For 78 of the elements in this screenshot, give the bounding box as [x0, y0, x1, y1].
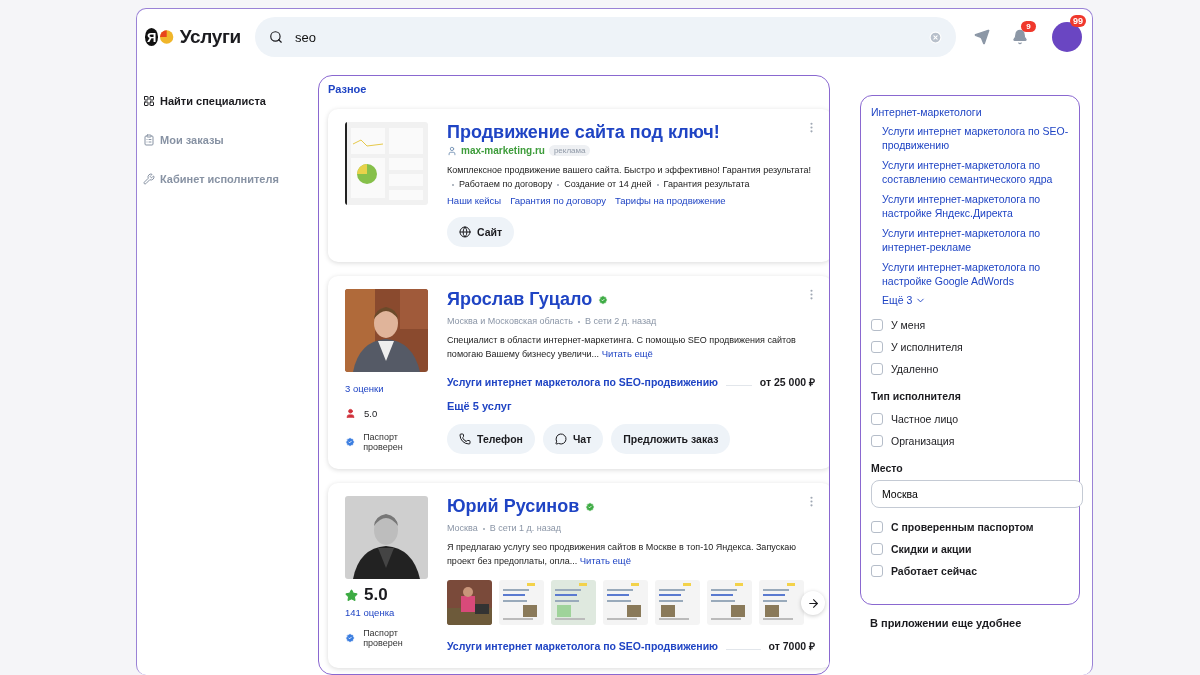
search-input[interactable]: seo	[293, 28, 919, 46]
ad-link[interactable]: Наши кейсы	[447, 195, 502, 206]
ad-description: Комплексное продвижение вашего сайта. Быстро и эффективно! Гарантия результата! Работаем по договору Создание от 14 дней Гарантия результата	[447, 164, 812, 191]
action-button[interactable]: Чат	[542, 424, 604, 454]
notification-count: 9	[1021, 21, 1036, 32]
specialist-description: Специалист в области интернет-маркетинга. С помощью SEO продвижения сайтов помогаю Вашему бизнесу увеличи... Читать ещё	[447, 334, 797, 361]
reviews-link[interactable]: 3 оценки	[345, 383, 428, 394]
filter-checkbox[interactable]: Удаленно	[871, 358, 1069, 380]
more-services-link[interactable]: Ещё 5 услуг	[447, 400, 815, 412]
passport-status: Паспорт проверен	[363, 628, 404, 648]
subcategory-link[interactable]: Услуги интернет-маркетолога по настройке Яндекс.Директа	[882, 192, 1069, 220]
avatar-count: 99	[1070, 15, 1086, 27]
read-more-link[interactable]: Читать ещё	[601, 348, 653, 359]
ad-title[interactable]: Продвижение сайта под ключ!	[447, 122, 815, 143]
location-field[interactable]: Москва	[871, 480, 1083, 508]
filter-checkbox[interactable]: У исполнителя	[871, 336, 1069, 358]
chat-icon	[554, 433, 567, 445]
filter-checkbox[interactable]: Частное лицо	[871, 408, 1069, 430]
ad-link[interactable]: Тарифы на продвижение	[614, 195, 726, 206]
action-button[interactable]: Предложить заказ	[611, 424, 731, 454]
filter-checkbox[interactable]: Работает сейчас	[871, 560, 1069, 582]
ad-label: реклама	[548, 145, 591, 156]
verified-icon	[345, 632, 356, 644]
globe-icon	[459, 226, 471, 238]
nav-label: Мои заказы	[160, 134, 224, 146]
service-link[interactable]: Услуги интернет маркетолога по SEO-продвижению	[447, 640, 719, 652]
wrench-icon	[143, 173, 155, 185]
nav-label: Найти специалиста	[160, 95, 266, 107]
filter-checkbox[interactable]: Организация	[871, 430, 1069, 452]
star-icon	[345, 588, 358, 602]
arrow-right-icon	[806, 596, 820, 610]
specialist-name[interactable]: Ярослав Гуцало	[447, 289, 593, 310]
passport-status: Паспорт проверен	[363, 432, 404, 452]
filter-heading: Тип исполнителя	[871, 390, 962, 402]
ad-domain[interactable]: max-marketing.ru	[461, 145, 545, 156]
grid-icon	[143, 95, 155, 107]
person-icon	[345, 408, 356, 419]
site-button[interactable]: Сайт	[447, 217, 515, 247]
action-button[interactable]: Телефон	[447, 424, 535, 454]
avatar[interactable]	[1052, 22, 1082, 52]
clear-icon[interactable]	[929, 30, 942, 44]
online-status: В сети 1 д. назад	[489, 523, 562, 533]
service-link[interactable]: Услуги интернет маркетолога по SEO-продвижению	[447, 376, 719, 388]
specialist-name[interactable]: Юрий Русинов	[447, 496, 580, 517]
service-price: от 7000 ₽	[768, 639, 815, 653]
filter-checkbox[interactable]: Скидки и акции	[871, 538, 1069, 560]
category-link[interactable]: Интернет-маркетологи	[871, 106, 1069, 118]
rating-value: 5.0	[364, 585, 388, 605]
search-field[interactable]: seo	[255, 17, 956, 57]
rating-value: 5.0	[364, 408, 378, 419]
logo-icon	[160, 28, 174, 46]
subcategory-link[interactable]: Услуги интернет-маркетолога по интернет-рекламе	[882, 226, 1069, 254]
person-icon	[447, 145, 457, 156]
location: Москва и Московская область	[447, 316, 573, 326]
ad-link[interactable]: Гарантия по договору	[510, 195, 606, 206]
service-price: от 25 000 ₽	[759, 375, 815, 389]
logo[interactable]: Я Услуги	[145, 26, 241, 48]
subcategory-link[interactable]: Услуги интернет маркетолога по SEO-продвижению	[882, 124, 1069, 152]
online-status: В сети 2 д. назад	[584, 316, 657, 326]
list-icon	[143, 134, 155, 146]
filter-checkbox[interactable]: У меня	[871, 314, 1069, 336]
read-more-link[interactable]: Читать ещё	[579, 555, 631, 566]
show-more-link[interactable]: Ещё 3	[882, 294, 1069, 306]
filter-checkbox[interactable]: С проверенным паспортом	[871, 516, 1069, 538]
next-arrow-button[interactable]	[801, 591, 825, 615]
filter-heading: Место	[871, 462, 904, 474]
phone-icon	[459, 433, 471, 445]
subcategory-link[interactable]: Услуги интернет-маркетолога по настройке Google AdWords	[882, 260, 1069, 288]
subcategory-link[interactable]: Услуги интернет-маркетолога по составлению семантического ядра	[882, 158, 1069, 186]
specialist-description: Я предлагаю услугу seo продвижения сайтов в Москве в топ-10 Яндекса. Запускаю проект без предоплаты, опла... Читать ещё	[447, 541, 798, 568]
section-link[interactable]: Разное	[328, 83, 829, 95]
search-icon	[269, 30, 283, 44]
reviews-link[interactable]: 141 оценка	[345, 607, 428, 618]
verified-icon	[345, 436, 356, 448]
app-promo: В приложении еще удобнее	[869, 617, 1023, 629]
nav-item[interactable]: Найти специалиста	[143, 91, 318, 111]
location: Москва	[447, 523, 478, 533]
nav-label: Кабинет исполнителя	[160, 173, 279, 185]
